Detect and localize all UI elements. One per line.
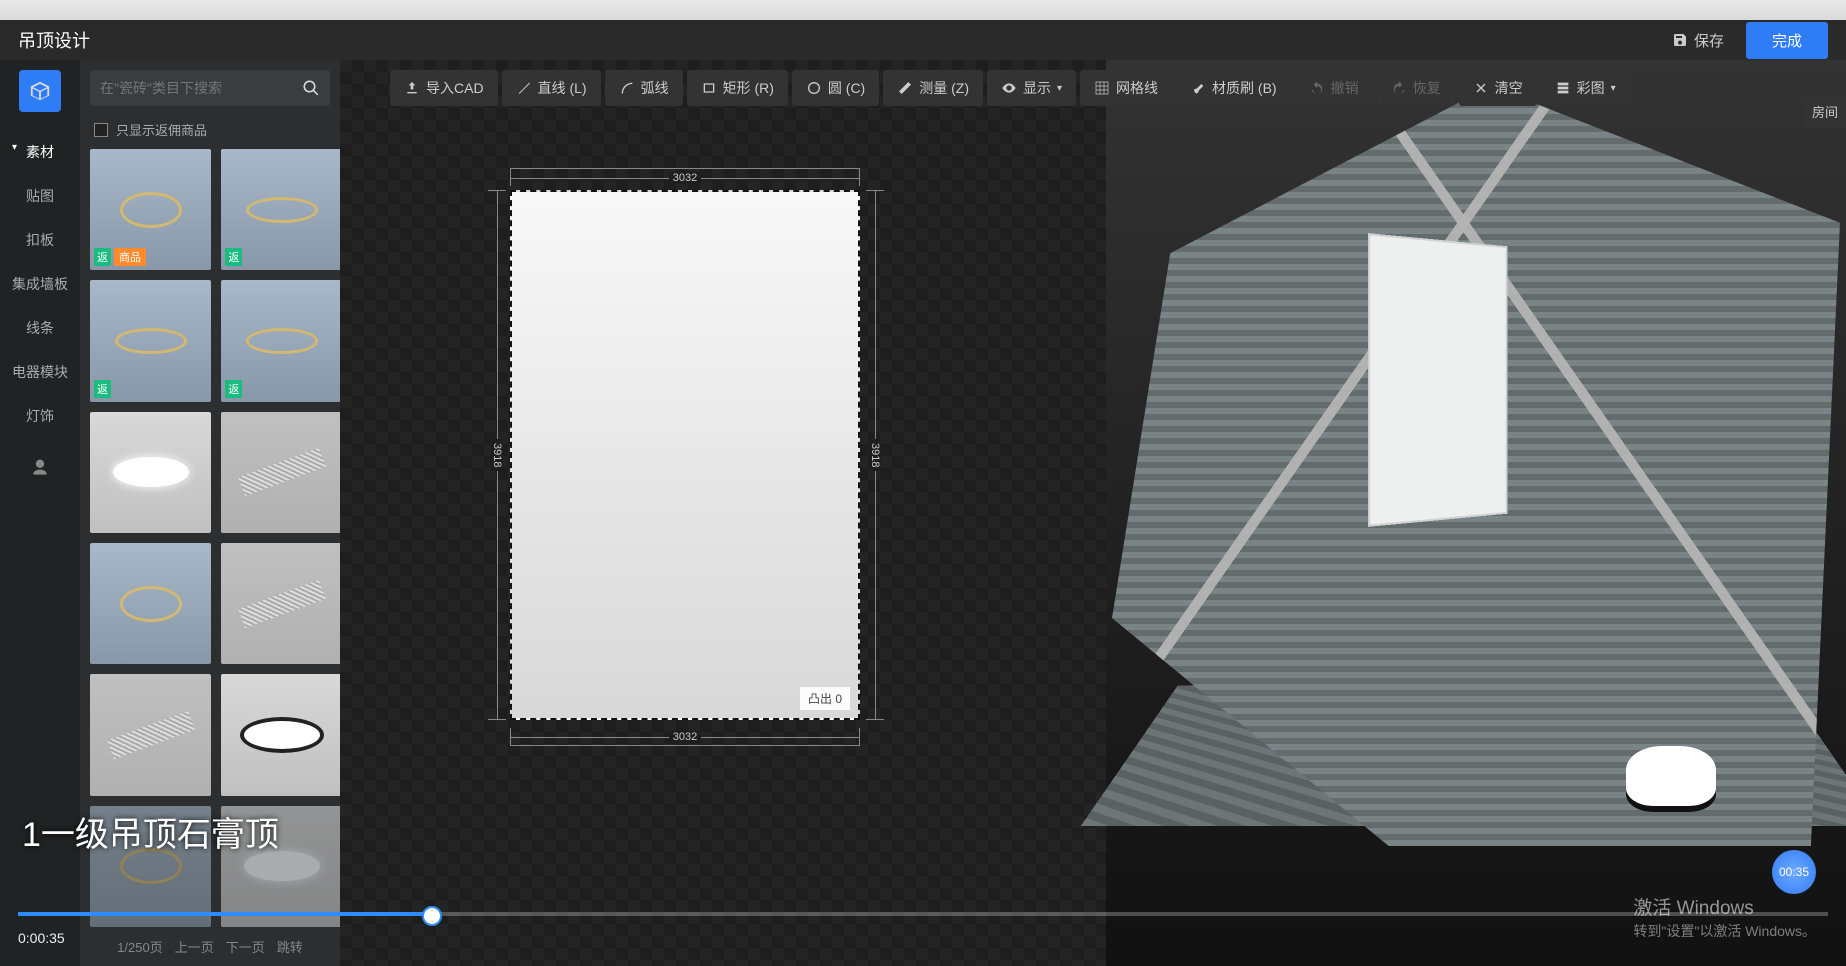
room-door [1368,233,1507,527]
asset-item[interactable] [90,674,211,795]
asset-item[interactable] [221,543,340,664]
video-controls: 0:00:35 [18,930,65,946]
dimension-left: 3918 [488,190,506,720]
save-button[interactable]: 保存 [1662,24,1734,57]
asset-item[interactable] [221,412,340,533]
nav-item-lighting[interactable]: 灯饰 [26,394,54,438]
user-icon[interactable] [30,458,50,483]
browser-chrome [0,0,1846,20]
nav-item-molding[interactable]: 线条 [26,306,54,350]
protrusion-label: 凸出 0 [800,687,850,710]
upload-icon [404,80,420,96]
undo-icon [1309,80,1325,96]
search-input[interactable] [100,80,302,96]
tool-display[interactable]: 显示 ▾ [987,70,1076,106]
badge-return: 返 [225,248,242,266]
chevron-down-icon: ▾ [1611,83,1616,94]
nav-item-appliance[interactable]: 电器模块 [12,350,68,394]
nav-item-panel[interactable]: 扣板 [26,218,54,262]
asset-item[interactable] [90,412,211,533]
brush-icon [1190,80,1206,96]
clear-icon [1473,80,1489,96]
search-icon[interactable] [302,79,320,97]
asset-item[interactable] [221,674,340,795]
arc-icon [619,80,635,96]
badge-return: 返 [94,380,111,398]
chevron-down-icon: ▾ [1057,83,1062,94]
tool-rect[interactable]: 矩形 (R) [687,70,788,106]
canvas-2d[interactable]: 3032 3918 凸出 0 3918 3032 [340,60,1106,966]
tool-undo[interactable]: 撤销 [1295,70,1373,106]
circle-icon [806,80,822,96]
ruler-icon [897,80,913,96]
nav-item-material[interactable]: 素材 [26,130,54,174]
app-title: 吊顶设计 [18,27,90,53]
finish-label: 完成 [1772,33,1802,50]
tool-grid[interactable]: 网格线 [1080,70,1172,106]
finish-button[interactable]: 完成 [1746,22,1828,59]
tool-material[interactable]: 材质刷 (B) [1176,70,1291,106]
video-progress[interactable] [18,912,1828,916]
video-progress-fill [18,912,434,916]
redo-icon [1391,80,1407,96]
filter-checkbox[interactable] [94,123,108,137]
floor-rectangle[interactable]: 凸出 0 [510,190,860,720]
nav-item-wallboard[interactable]: 集成墙板 [12,262,68,306]
palette-icon [1555,80,1571,96]
filter-label: 只显示返佣商品 [116,120,207,139]
dimension-top: 3032 [510,168,860,186]
asset-item[interactable]: 返 [221,280,340,401]
pager-jump[interactable]: 跳转 [277,937,303,956]
grid-icon [1094,80,1110,96]
asset-item[interactable]: 返 商品 [90,149,211,270]
toolbar: 导入CAD 直线 (L) 弧线 矩形 (R) 圆 (C) 测量 (Z) 显示 ▾… [390,70,1630,106]
watermark-sub: 转到"设置"以激活 Windows。 [1633,922,1816,942]
asset-item[interactable]: 返 [90,280,211,401]
time-badge: 00:35 [1772,850,1816,894]
dimension-bottom: 3032 [510,728,860,746]
save-icon [1672,32,1688,48]
badge-return: 返 [94,248,111,266]
tool-circle[interactable]: 圆 (C) [792,70,879,106]
video-time: 0:00:35 [18,930,65,946]
tool-arc[interactable]: 弧线 [605,70,683,106]
video-subtitle: 1一级吊顶石膏顶 [22,807,279,856]
cube-icon [29,80,51,102]
nav-item-texture[interactable]: 贴图 [26,174,54,218]
pager: 1/250页 上一页 下一页 跳转 [80,927,340,966]
tool-redo[interactable]: 恢复 [1377,70,1455,106]
home-cube-button[interactable] [19,70,61,112]
pager-next[interactable]: 下一页 [226,937,265,956]
search-box[interactable] [90,70,330,106]
asset-item[interactable]: 返 [221,149,340,270]
room-toilet [1626,746,1716,806]
rect-icon [701,80,717,96]
dimension-right: 3918 [866,190,884,720]
tool-color[interactable]: 彩图 ▾ [1541,70,1630,106]
preview-3d[interactable]: 房间 00:35 [1106,60,1846,966]
room-tag[interactable]: 房间 [1804,96,1846,127]
line-icon [516,80,532,96]
tool-measure[interactable]: 测量 (Z) [883,70,983,106]
badge-return: 返 [225,380,242,398]
pager-info: 1/250页 [117,937,163,956]
app-header: 吊顶设计 保存 完成 [0,20,1846,60]
windows-watermark: 激活 Windows 转到"设置"以激活 Windows。 [1633,896,1816,942]
eye-icon [1001,80,1017,96]
tool-import-cad[interactable]: 导入CAD [390,70,498,106]
asset-item[interactable] [90,543,211,664]
pager-prev[interactable]: 上一页 [175,937,214,956]
save-label: 保存 [1694,30,1724,51]
filter-checkbox-row[interactable]: 只显示返佣商品 [80,116,340,149]
watermark-title: 激活 Windows [1633,896,1816,923]
tool-clear[interactable]: 清空 [1459,70,1537,106]
tool-line[interactable]: 直线 (L) [502,70,601,106]
badge-product: 商品 [114,248,146,266]
